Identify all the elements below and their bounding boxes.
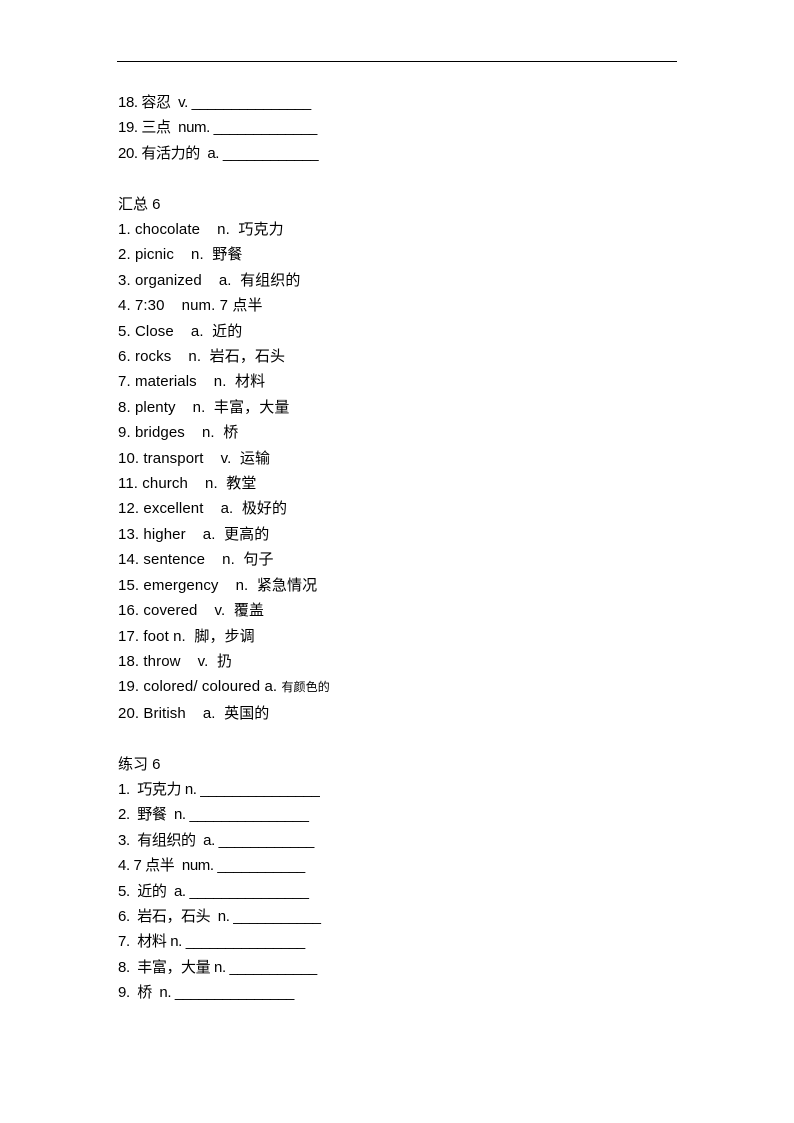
list-item: 9. bridges n. 桥 — [118, 424, 239, 442]
list-item: 8. plenty n. 丰富，大量 — [118, 398, 290, 416]
practice-list: 1. 巧克力 n. _______________ 2. 野餐 n. _____… — [118, 777, 738, 1006]
list-item: 4. 7:30 num. 7 点半 — [118, 297, 263, 315]
list-item: 2. picnic n. 野餐 — [118, 246, 243, 264]
continued-exercise-list: 18. 容忍 v. _______________ 19. 三点 num. __… — [118, 90, 738, 166]
list-item: 6. 岩石，石头 n. ___________ — [118, 907, 321, 925]
list-item: 18. throw v. 扔 — [118, 652, 233, 670]
list-item: 14. sentence n. 句子 — [118, 551, 274, 569]
list-item-term: 19. colored/ coloured a. — [118, 678, 282, 696]
list-item: 4. 7 点半 num. ___________ — [118, 857, 305, 875]
list-item: 9. 桥 n. _______________ — [118, 984, 294, 1002]
list-item: 18. 容忍 v. _______________ — [118, 94, 311, 111]
list-item: 5. 近的 a. _______________ — [118, 882, 309, 900]
list-item: 13. higher a. 更高的 — [118, 525, 270, 543]
list-item: 2. 野餐 n. _______________ — [118, 806, 309, 824]
list-item: 20. British a. 英国的 — [118, 704, 270, 722]
list-item: 6. rocks n. 岩石，石头 — [118, 348, 286, 366]
list-item: 19. colored/ coloured a. 有颜色的 — [118, 674, 738, 700]
list-item: 10. transport v. 运输 — [118, 449, 271, 467]
list-item: 7. 材料 n. _______________ — [118, 933, 305, 951]
list-item: 7. materials n. 材料 — [118, 373, 266, 391]
list-item-gloss: 有颜色的 — [281, 680, 330, 695]
list-item: 3. 有组织的 a. ____________ — [118, 831, 314, 849]
document-page: 18. 容忍 v. _______________ 19. 三点 num. __… — [0, 0, 794, 1123]
vocabulary-section-title: 汇总 6 — [118, 195, 161, 213]
list-item: 12. excellent a. 极好的 — [118, 500, 288, 518]
practice-section-title: 练习 6 — [118, 755, 161, 773]
list-item: 20. 有活力的 a. ____________ — [118, 144, 319, 162]
list-item: 16. covered v. 覆盖 — [118, 602, 265, 620]
document-content: 18. 容忍 v. _______________ 19. 三点 num. __… — [118, 90, 738, 1006]
header-horizontal-rule — [117, 61, 677, 62]
list-item: 19. 三点 num. _____________ — [118, 119, 317, 137]
vocabulary-list: 1. chocolate n. 巧克力 2. picnic n. 野餐 3. o… — [118, 217, 738, 726]
list-item: 11. church n. 教堂 — [118, 475, 257, 493]
list-item: 15. emergency n. 紧急情况 — [118, 576, 318, 594]
list-item: 1. 巧克力 n. _______________ — [118, 780, 320, 798]
list-item: 8. 丰富，大量 n. ___________ — [118, 958, 317, 976]
list-item: 3. organized a. 有组织的 — [118, 271, 301, 289]
list-item: 5. Close a. 近的 — [118, 322, 243, 340]
list-item: 17. foot n. 脚，步调 — [118, 627, 255, 645]
list-item: 1. chocolate n. 巧克力 — [118, 221, 284, 239]
